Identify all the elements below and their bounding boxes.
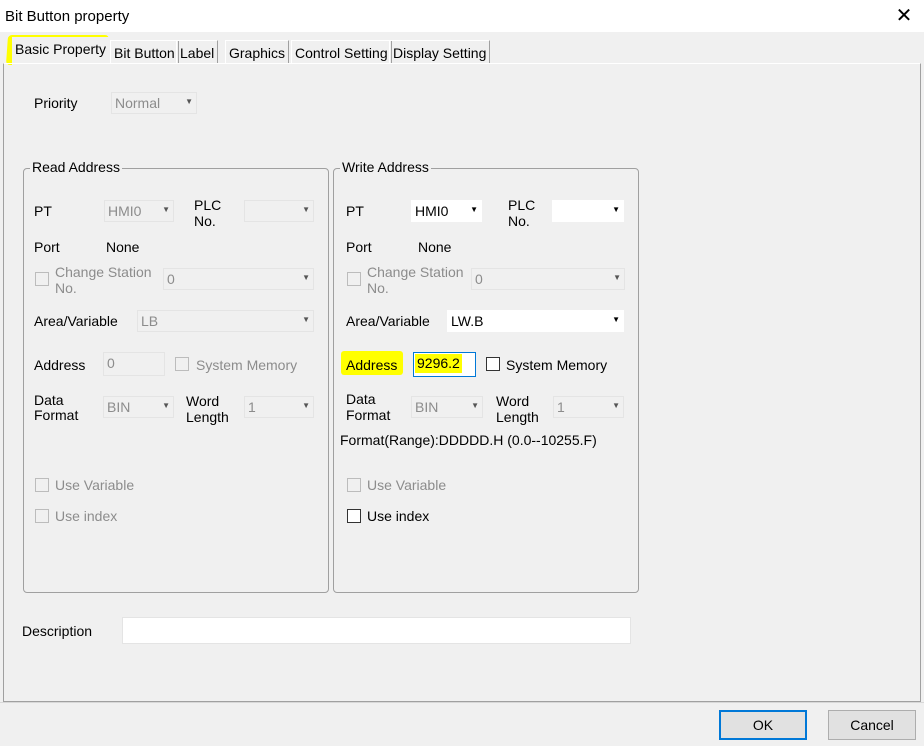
read-change-station-select[interactable]: 0 ▼ bbox=[163, 268, 314, 290]
write-change-station-select[interactable]: 0 ▼ bbox=[471, 268, 625, 290]
write-use-index-label: Use index bbox=[367, 508, 430, 524]
write-address-group bbox=[333, 168, 639, 593]
write-format-range: Format(Range):DDDDD.H (0.0--10255.F) bbox=[340, 432, 597, 448]
read-change-station-label-1: Change Station bbox=[55, 264, 152, 280]
write-area-select[interactable]: LW.B ▼ bbox=[447, 310, 624, 332]
read-word-length-label-1: Word bbox=[186, 393, 220, 409]
close-icon[interactable]: ✕ bbox=[889, 2, 919, 30]
write-pt-value: HMI0 bbox=[415, 203, 449, 219]
write-plc-no-label-1: PLC bbox=[508, 197, 536, 213]
read-address-input[interactable]: 0 bbox=[103, 352, 165, 376]
read-use-index-label: Use index bbox=[55, 508, 118, 524]
write-change-station-label-2: No. bbox=[367, 280, 389, 296]
read-area-label: Area/Variable bbox=[34, 313, 118, 329]
read-address-title: Read Address bbox=[30, 159, 122, 175]
write-data-format-label-1: Data bbox=[346, 391, 376, 407]
write-area-value: LW.B bbox=[451, 313, 484, 329]
tab-display-setting[interactable]: Display Setting bbox=[389, 40, 491, 64]
description-label: Description bbox=[22, 623, 93, 639]
read-system-memory-checkbox[interactable] bbox=[175, 357, 189, 371]
read-word-length-label-2: Length bbox=[186, 409, 229, 425]
write-change-station-checkbox[interactable] bbox=[347, 272, 361, 286]
write-data-format-select[interactable]: BIN ▼ bbox=[411, 396, 483, 418]
write-data-format-value: BIN bbox=[415, 399, 439, 415]
write-use-variable-checkbox[interactable] bbox=[347, 478, 361, 492]
read-word-length-select[interactable]: 1 ▼ bbox=[244, 396, 314, 418]
dropdown-arrow-icon: ▼ bbox=[612, 401, 620, 410]
read-data-format-value: BIN bbox=[107, 399, 131, 415]
write-use-index-checkbox[interactable] bbox=[347, 509, 361, 523]
dropdown-arrow-icon: ▼ bbox=[162, 205, 170, 214]
read-data-format-label-1: Data bbox=[34, 392, 64, 408]
read-port-label: Port bbox=[34, 239, 60, 255]
dropdown-arrow-icon: ▼ bbox=[613, 273, 621, 282]
priority-value: Normal bbox=[115, 95, 161, 111]
write-port-label: Port bbox=[346, 239, 372, 255]
write-address-input[interactable]: 9296.2 bbox=[413, 352, 476, 377]
dropdown-arrow-icon: ▼ bbox=[470, 205, 478, 214]
dropdown-arrow-icon: ▼ bbox=[302, 205, 310, 214]
read-word-length-value: 1 bbox=[248, 399, 256, 415]
read-pt-select[interactable]: HMI0 ▼ bbox=[104, 200, 174, 222]
read-data-format-label-2: Format bbox=[34, 407, 79, 423]
description-input[interactable] bbox=[122, 617, 631, 644]
dropdown-arrow-icon: ▼ bbox=[185, 97, 193, 106]
read-address-group bbox=[23, 168, 329, 593]
dropdown-arrow-icon: ▼ bbox=[302, 315, 310, 324]
read-plc-no-select[interactable]: ▼ bbox=[244, 200, 314, 222]
write-port-value: None bbox=[418, 239, 452, 255]
read-port-value: None bbox=[106, 239, 140, 255]
read-pt-value: HMI0 bbox=[108, 203, 142, 219]
tab-control-setting[interactable]: Control Setting bbox=[291, 40, 392, 64]
ok-button[interactable]: OK bbox=[719, 710, 807, 740]
read-change-station-label-2: No. bbox=[55, 280, 77, 296]
read-area-select[interactable]: LB ▼ bbox=[137, 310, 314, 332]
write-pt-label: PT bbox=[346, 203, 364, 219]
write-use-variable-label: Use Variable bbox=[367, 477, 447, 493]
write-area-label: Area/Variable bbox=[346, 313, 430, 329]
dropdown-arrow-icon: ▼ bbox=[302, 273, 310, 282]
window-title: Bit Button property bbox=[5, 8, 130, 25]
read-use-index-checkbox[interactable] bbox=[35, 509, 49, 523]
write-word-length-select[interactable]: 1 ▼ bbox=[553, 396, 624, 418]
read-data-format-select[interactable]: BIN ▼ bbox=[103, 396, 174, 418]
read-plc-no-label-1: PLC bbox=[194, 197, 222, 213]
read-area-value: LB bbox=[141, 313, 159, 329]
write-pt-select[interactable]: HMI0 ▼ bbox=[411, 200, 482, 222]
read-plc-no-label-2: No. bbox=[194, 213, 216, 229]
cancel-button[interactable]: Cancel bbox=[828, 710, 916, 740]
write-word-length-label-1: Word bbox=[496, 393, 530, 409]
dropdown-arrow-icon: ▼ bbox=[302, 401, 310, 410]
write-plc-no-select[interactable]: ▼ bbox=[552, 200, 624, 222]
priority-label: Priority bbox=[34, 95, 78, 111]
write-word-length-value: 1 bbox=[557, 399, 565, 415]
write-word-length-label-2: Length bbox=[496, 409, 539, 425]
priority-select[interactable]: Normal ▼ bbox=[111, 92, 197, 114]
tab-graphics[interactable]: Graphics bbox=[225, 40, 290, 64]
write-change-station-label-1: Change Station bbox=[367, 264, 464, 280]
read-pt-label: PT bbox=[34, 203, 52, 219]
write-data-format-label-2: Format bbox=[346, 407, 391, 423]
dropdown-arrow-icon: ▼ bbox=[612, 205, 620, 214]
tab-basic-property[interactable]: Basic Property bbox=[12, 37, 110, 65]
read-address-label: Address bbox=[34, 357, 86, 373]
title-bar bbox=[0, 0, 924, 32]
dropdown-arrow-icon: ▼ bbox=[612, 315, 620, 324]
tab-label[interactable]: Label bbox=[176, 40, 219, 64]
read-change-station-value: 0 bbox=[167, 271, 175, 287]
write-system-memory-checkbox[interactable] bbox=[486, 357, 500, 371]
write-address-label: Address bbox=[346, 357, 398, 373]
write-address-title: Write Address bbox=[340, 159, 431, 175]
write-change-station-value: 0 bbox=[475, 271, 483, 287]
read-change-station-checkbox[interactable] bbox=[35, 272, 49, 286]
tab-bit-button[interactable]: Bit Button bbox=[110, 40, 179, 64]
write-address-value: 9296.2 bbox=[415, 354, 462, 373]
read-system-memory-label: System Memory bbox=[196, 357, 298, 373]
dropdown-arrow-icon: ▼ bbox=[471, 401, 479, 410]
write-plc-no-label-2: No. bbox=[508, 213, 530, 229]
read-use-variable-checkbox[interactable] bbox=[35, 478, 49, 492]
read-use-variable-label: Use Variable bbox=[55, 477, 135, 493]
write-system-memory-label: System Memory bbox=[506, 357, 608, 373]
dropdown-arrow-icon: ▼ bbox=[162, 401, 170, 410]
